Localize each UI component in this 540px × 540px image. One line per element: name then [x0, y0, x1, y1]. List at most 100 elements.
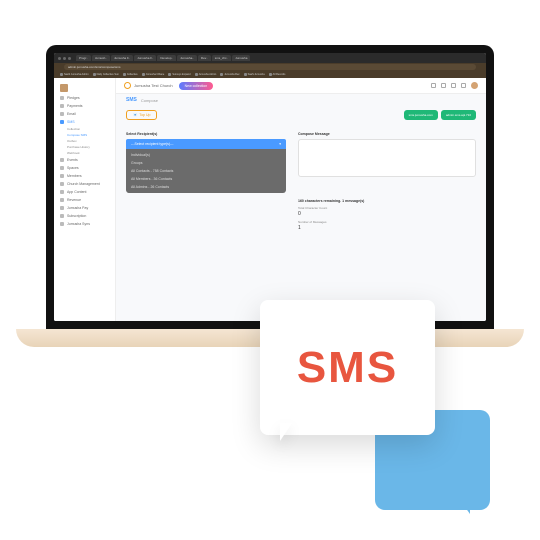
sidebar-label: App Content: [67, 190, 86, 194]
sidebar-icon: [60, 190, 64, 194]
breadcrumb: SMS Compose: [116, 94, 486, 106]
bookmark-item[interactable]: SaaS Jumusha: [244, 73, 265, 76]
sidebar-label: Payments: [67, 104, 83, 108]
bookmark-item[interactable]: Surveys Expand: [168, 73, 190, 76]
bookmark-item[interactable]: Collective: [123, 73, 138, 76]
sidebar-item[interactable]: Church Management: [54, 180, 115, 188]
bookmark-item[interactable]: Jumusha Admin: [195, 73, 217, 76]
sidebar-label: Jumusha Pay: [67, 206, 88, 210]
content: 📧 Top Up sms.jumusha.com admin.sms.api.7…: [116, 106, 486, 321]
sidebar-icon: [60, 104, 64, 108]
browser-tab[interactable]: Jumusha F..: [111, 55, 133, 61]
browser-tab[interactable]: Progr..: [76, 55, 91, 61]
white-speech-bubble: SMS: [260, 300, 435, 435]
sidebar-icon: [60, 222, 64, 226]
sidebar-label: Revenue: [67, 198, 81, 202]
bell-icon[interactable]: [451, 83, 456, 88]
sidebar-item[interactable]: SMS: [54, 118, 115, 126]
sidebar: PledgesPaymentsEmailSMSCollectionCompose…: [54, 78, 116, 321]
recipient-dropdown[interactable]: ---Select recipient type(s)--- ▾ Individ…: [126, 139, 286, 193]
sms-illustration: SMS: [260, 300, 490, 510]
recipient-label: Select Recipient(s): [126, 132, 286, 136]
sidebar-item[interactable]: Jumusha Syns: [54, 220, 115, 228]
sidebar-item[interactable]: Spaces: [54, 164, 115, 172]
sidebar-item[interactable]: Jumusha Pay: [54, 204, 115, 212]
sidebar-item[interactable]: Payments: [54, 102, 115, 110]
counter-header: 160 characters remaining. 1 message(s): [298, 199, 476, 203]
breadcrumb-sub: Compose: [141, 98, 158, 103]
green-btn-b[interactable]: admin.sms.api.710: [441, 110, 476, 120]
sidebar-label: Events: [67, 158, 78, 162]
sidebar-icon: [60, 120, 64, 124]
dropdown-selected: ---Select recipient type(s)---: [131, 142, 174, 146]
address-bar: admin.jumusha.com/sms/compose/sms: [54, 63, 486, 71]
bookmark-item[interactable]: Jomusha CRane: [142, 73, 165, 76]
dropdown-option[interactable]: All Contacts - 758 Contacts: [126, 167, 286, 175]
bookmark-item[interactable]: SaaS Jumusha Admin: [60, 73, 89, 76]
sidebar-icon: [60, 206, 64, 210]
msg-count-label: Number of Messages: [298, 220, 476, 224]
screen-frame: Progr..Jumush..Jumusha F..Jumusha F..Dev…: [46, 45, 494, 329]
sidebar-label: Email: [67, 112, 76, 116]
char-count-label: Total Character Count: [298, 206, 476, 210]
topbar: Jumusha Test Church New collection: [116, 78, 486, 94]
bookmarks-bar: SaaS Jumusha Admin Daily Collective Sun Co…: [54, 71, 486, 78]
sidebar-label: Jumusha Syns: [67, 222, 90, 226]
browser-tabs-bar: Progr..Jumush..Jumusha F..Jumusha F..Dev…: [54, 53, 486, 63]
sidebar-icon: [60, 158, 64, 162]
logo-icon: [60, 84, 68, 92]
green-btn-a[interactable]: sms.jumusha.com: [404, 110, 438, 120]
sidebar-item[interactable]: Events: [54, 156, 115, 164]
bookmark-item[interactable]: Daily Collective Sun: [93, 73, 119, 76]
sidebar-icon: [60, 214, 64, 218]
dropdown-list: Individual(s)GroupsAll Contacts - 758 Co…: [126, 149, 286, 193]
sidebar-icon: [60, 174, 64, 178]
sidebar-label: Spaces: [67, 166, 79, 170]
breadcrumb-main: SMS: [126, 97, 137, 103]
browser-tab[interactable]: Jumusha..: [177, 55, 197, 61]
sidebar-label: Pledges: [67, 96, 80, 100]
char-count-value: 0: [298, 211, 476, 217]
dropdown-option[interactable]: All Admins - 26 Contacts: [126, 183, 286, 191]
browser-tab[interactable]: sms_chc..: [212, 55, 232, 61]
screen: Progr..Jumush..Jumusha F..Jumusha F..Dev…: [54, 53, 486, 321]
chevron-down-icon: ▾: [279, 142, 281, 146]
sidebar-label: SMS: [67, 120, 75, 124]
browser-tab[interactable]: Rev..: [198, 55, 211, 61]
main-area: Jumusha Test Church New collection SMS C…: [116, 78, 486, 321]
bookmark-item[interactable]: Jumusha Rec: [220, 73, 239, 76]
topup-button[interactable]: 📧 Top Up: [126, 110, 157, 120]
new-collection-pill[interactable]: New collection: [179, 82, 214, 90]
dropdown-option[interactable]: Groups: [126, 159, 286, 167]
sidebar-item[interactable]: Pledges: [54, 94, 115, 102]
counter-block: 160 characters remaining. 1 message(s) T…: [298, 199, 476, 231]
sms-text: SMS: [297, 343, 398, 393]
dropdown-option[interactable]: Individual(s): [126, 151, 286, 159]
mail-icon[interactable]: [441, 83, 446, 88]
message-label: Compose Message: [298, 132, 476, 136]
url-field[interactable]: admin.jumusha.com/sms/compose/sms: [64, 64, 476, 70]
sidebar-icon: [60, 96, 64, 100]
sidebar-item[interactable]: Revenue: [54, 196, 115, 204]
browser-tab[interactable]: Jumusha: [232, 55, 250, 61]
avatar[interactable]: [471, 82, 478, 89]
browser-tab[interactable]: Jumusha F..: [134, 55, 156, 61]
sidebar-label: Subscription: [67, 214, 86, 218]
browser-tab[interactable]: Develop..: [157, 55, 176, 61]
help-icon[interactable]: [461, 83, 466, 88]
sidebar-item[interactable]: Subscription: [54, 212, 115, 220]
org-title: Jumusha Test Church: [124, 82, 173, 89]
window-controls[interactable]: [58, 57, 71, 60]
sidebar-icon: [60, 182, 64, 186]
bookmark-item[interactable]: All Records: [269, 73, 286, 76]
dropdown-option[interactable]: All Members - 36 Contacts: [126, 175, 286, 183]
sidebar-label: Members: [67, 174, 82, 178]
sidebar-item[interactable]: Members: [54, 172, 115, 180]
browser-tab[interactable]: Jumush..: [92, 55, 110, 61]
sidebar-item[interactable]: Email: [54, 110, 115, 118]
refresh-icon[interactable]: [431, 83, 436, 88]
sidebar-icon: [60, 166, 64, 170]
sidebar-item[interactable]: App Content: [54, 188, 115, 196]
message-textarea[interactable]: [298, 139, 476, 177]
topbar-icons: [431, 82, 478, 89]
